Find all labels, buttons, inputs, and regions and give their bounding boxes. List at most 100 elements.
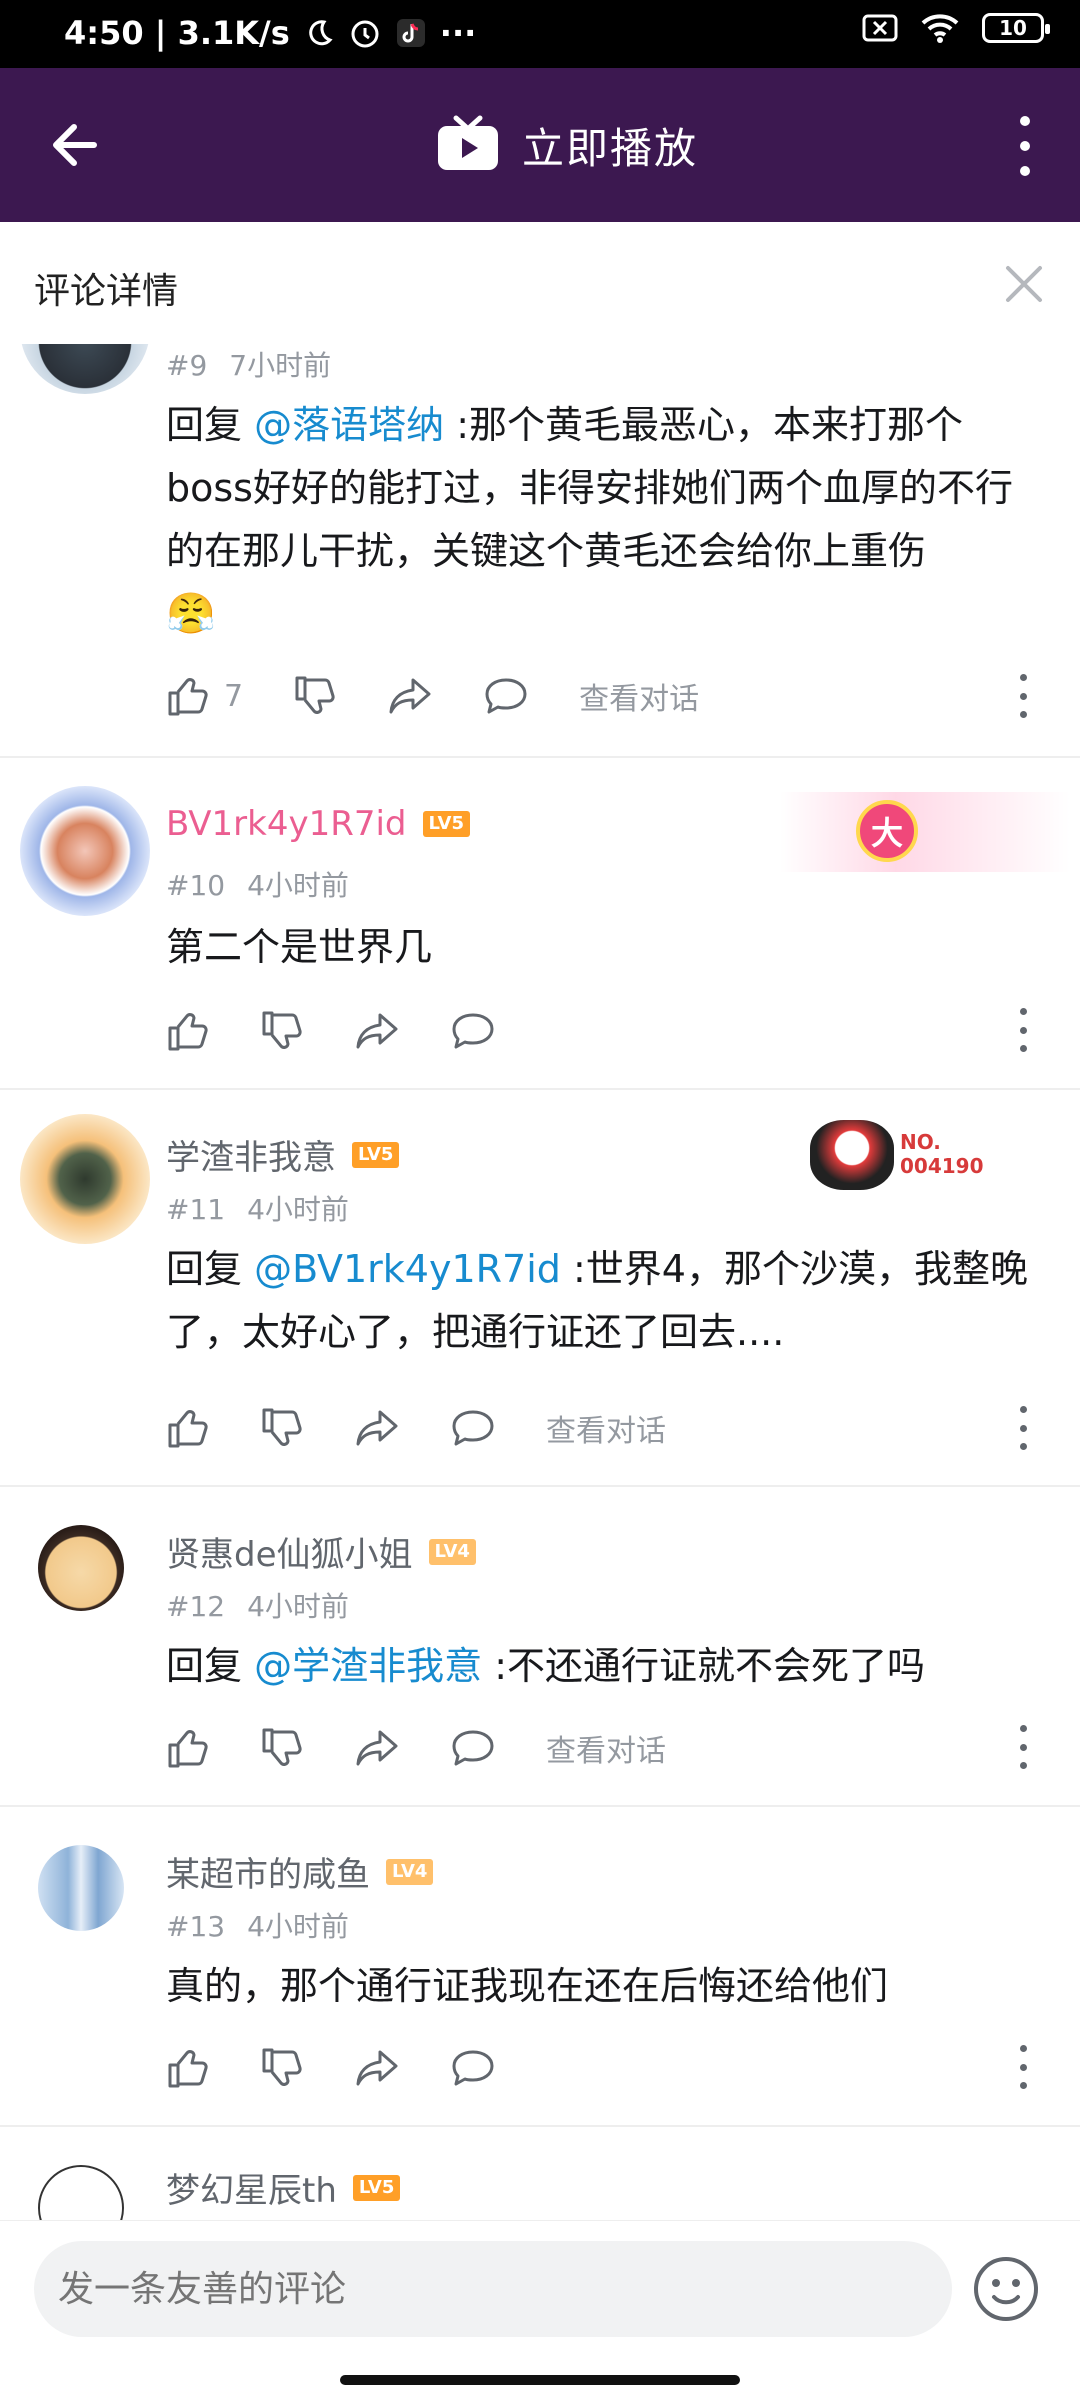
comment-actions: 查看对话 xyxy=(166,1723,1046,1773)
more-dot xyxy=(1019,1026,1027,1034)
username[interactable]: 学渣非我意 xyxy=(166,1130,336,1179)
avatar[interactable] xyxy=(20,344,150,394)
comment-bubble-icon xyxy=(452,2050,494,2086)
reply-mention[interactable]: @落语塔纳 xyxy=(254,403,444,447)
more-dot xyxy=(1019,1443,1027,1450)
moon-icon xyxy=(304,18,334,48)
dislike-button[interactable] xyxy=(260,1406,304,1450)
level-badge: LV5 xyxy=(352,1141,400,1168)
username-row: 某超市的咸鱼 LV4 xyxy=(166,1847,434,1896)
like-button[interactable] xyxy=(166,1726,210,1770)
close-button[interactable] xyxy=(998,258,1050,310)
more-options-button[interactable] xyxy=(1010,116,1040,176)
comment-more-button[interactable] xyxy=(1018,2045,1028,2089)
comment-more-button[interactable] xyxy=(1018,1406,1028,1450)
view-conversation-link[interactable]: 查看对话 xyxy=(579,674,699,718)
like-button[interactable] xyxy=(166,1009,210,1053)
username-row: BV1rk4y1R7id LV5 xyxy=(166,804,470,844)
reply-button[interactable] xyxy=(450,1406,496,1450)
more-dot xyxy=(1019,1424,1027,1432)
comment-input[interactable] xyxy=(34,2241,952,2337)
view-conversation-link[interactable]: 查看对话 xyxy=(546,1726,666,1770)
thumbs-up-icon xyxy=(168,1410,208,1448)
share-icon xyxy=(356,1730,398,1766)
dislike-button[interactable] xyxy=(260,1726,304,1770)
share-button[interactable] xyxy=(354,1009,400,1053)
reply-mention[interactable]: @BV1rk4y1R7id xyxy=(254,1247,561,1291)
comment-item: 学渣非我意 LV5 NO. 004190 #11 4小时前 回复 @BV1rk4y… xyxy=(0,1088,1080,1487)
emoji-button[interactable] xyxy=(968,2251,1044,2327)
comment-time: 4小时前 xyxy=(247,869,349,902)
tiktok-icon xyxy=(396,18,426,48)
share-button[interactable] xyxy=(354,1726,400,1770)
reply-prefix: 回复 xyxy=(166,403,255,447)
dislike-button[interactable] xyxy=(260,1009,304,1053)
like-button[interactable]: 7 xyxy=(166,674,243,718)
more-dot xyxy=(1019,2063,1027,2071)
more-dot xyxy=(1019,2082,1027,2089)
avatar[interactable] xyxy=(38,2165,124,2220)
avatar[interactable] xyxy=(20,786,150,916)
username[interactable]: BV1rk4y1R7id xyxy=(166,804,407,844)
more-dot xyxy=(1020,116,1030,126)
level-badge: LV4 xyxy=(386,1858,434,1885)
home-indicator[interactable] xyxy=(340,2375,740,2385)
sim-disabled-icon xyxy=(862,13,898,43)
username[interactable]: 某超市的咸鱼 xyxy=(166,1847,370,1896)
more-dot xyxy=(1019,674,1027,681)
avatar[interactable] xyxy=(38,1525,124,1611)
comment-bubble-icon xyxy=(485,678,527,714)
reply-mention[interactable]: @学渣非我意 xyxy=(254,1644,482,1688)
like-button[interactable] xyxy=(166,1406,210,1450)
comment-bubble-icon xyxy=(452,1730,494,1766)
comment-actions: 7 查看对话 xyxy=(166,671,1046,721)
badge-circle: 大 xyxy=(856,800,918,862)
floor-number: #12 xyxy=(166,1590,226,1623)
share-button[interactable] xyxy=(387,674,433,718)
comment-item: 贤惠de仙狐小姐 LV4 #12 4小时前 回复 @学渣非我意 :不还通行证就不会… xyxy=(0,1485,1080,1807)
reply-button[interactable] xyxy=(483,674,529,718)
comment-detail-header: 评论详情 xyxy=(0,222,1080,345)
comment-actions xyxy=(166,2043,1046,2093)
thumbs-down-icon xyxy=(262,1728,302,1766)
floor-number: #10 xyxy=(166,869,226,902)
username[interactable]: 贤惠de仙狐小姐 xyxy=(166,1527,413,1576)
avatar[interactable] xyxy=(38,1845,124,1931)
thumbs-up-icon xyxy=(168,1730,208,1768)
share-button[interactable] xyxy=(354,1406,400,1450)
share-button[interactable] xyxy=(354,2046,400,2090)
back-button[interactable] xyxy=(46,113,110,177)
more-dot xyxy=(1019,1725,1027,1732)
username[interactable]: 梦幻星辰th xyxy=(166,2163,337,2212)
app-bar-title: 立即播放 xyxy=(522,123,699,173)
reply-button[interactable] xyxy=(450,1009,496,1053)
wifi-icon xyxy=(920,12,960,44)
comment-bubble-icon xyxy=(452,1013,494,1049)
comment-list[interactable]: #9 7小时前 回复 @落语塔纳 :那个黄毛最恶心，本来打那个boss好好的能打过… xyxy=(0,344,1080,2220)
username-row: 学渣非我意 LV5 xyxy=(166,1130,400,1179)
reply-button[interactable] xyxy=(450,2046,496,2090)
battery-level: 10 xyxy=(999,16,1027,40)
comment-more-button[interactable] xyxy=(1018,1725,1028,1769)
comment-body: 真的，那个通行证我现在还在后悔还给他们 xyxy=(166,1964,889,2008)
view-conversation-link[interactable]: 查看对话 xyxy=(546,1406,666,1450)
comment-more-button[interactable] xyxy=(1018,1008,1028,1052)
comment-more-button[interactable] xyxy=(1018,674,1028,718)
thumbs-down-icon xyxy=(262,1408,302,1446)
thumbs-down-icon xyxy=(262,1011,302,1049)
reply-button[interactable] xyxy=(450,1726,496,1770)
comment-meta: #9 7小时前 xyxy=(166,344,331,384)
comment-meta: #11 4小时前 xyxy=(166,1188,349,1228)
more-dot xyxy=(1019,1008,1027,1015)
play-now-button[interactable]: 立即播放 xyxy=(436,114,698,176)
floor-number: #9 xyxy=(166,349,208,382)
comment-meta: #13 4小时前 xyxy=(166,1905,349,1945)
back-arrow-icon xyxy=(53,124,97,166)
dislike-button[interactable] xyxy=(260,2046,304,2090)
emoji-annoyed-icon: 😤 xyxy=(166,591,216,637)
dislike-button[interactable] xyxy=(293,674,337,718)
avatar[interactable] xyxy=(20,1114,150,1244)
like-button[interactable] xyxy=(166,2046,210,2090)
badge-character-icon xyxy=(810,1120,894,1190)
comment-time: 7小时前 xyxy=(229,349,332,382)
